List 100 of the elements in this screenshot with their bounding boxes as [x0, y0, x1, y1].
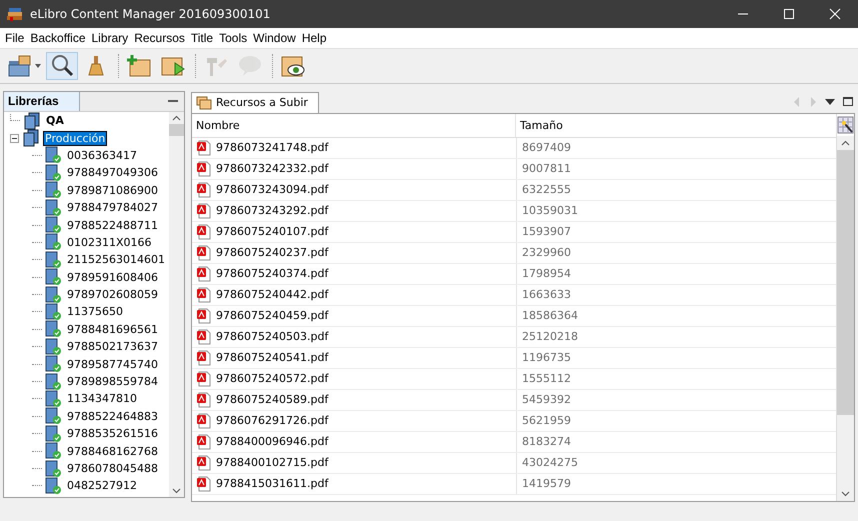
search-icon: [49, 53, 75, 79]
file-size: 1798954: [522, 267, 571, 280]
file-size: 8697409: [522, 141, 571, 154]
pdf-file-icon: [197, 244, 211, 261]
file-size: 10359031: [522, 204, 578, 218]
book-check-icon: [44, 250, 62, 269]
file-name: 9786076291726.pdf: [216, 414, 328, 428]
tab[interactable]: Recursos a Subir: [191, 92, 319, 113]
book-check-icon: [44, 286, 62, 304]
file-name: 9786073243292.pdf: [216, 204, 328, 218]
books-icon: [6, 6, 24, 22]
pdf-file-icon: [197, 328, 211, 345]
book-check-icon: [44, 146, 62, 164]
menu-item[interactable]: Backoffice: [27, 31, 88, 45]
tree-item[interactable]: 11375650: [66, 305, 124, 318]
menu-item[interactable]: Help: [298, 31, 330, 45]
tree-item[interactable]: 9789591608406: [66, 270, 159, 284]
file-size: 6322555: [522, 183, 571, 196]
file-size: 8183274: [522, 435, 571, 448]
maximize-icon[interactable]: [843, 97, 853, 106]
file-name: 9786075240237.pdf: [216, 246, 328, 260]
scrollbar[interactable]: [837, 136, 854, 501]
book-check-icon: [44, 476, 62, 495]
book-check-icon: [44, 460, 62, 478]
tree-item[interactable]: 9788481696561: [66, 322, 159, 336]
book-check-icon: [44, 268, 62, 286]
window-title: eLibro Content Manager 201609300101: [30, 7, 270, 21]
tree-item[interactable]: QA: [45, 114, 65, 128]
dropdown-icon[interactable]: [825, 98, 835, 105]
menu-item[interactable]: Library: [88, 31, 132, 45]
file-size: 2329960: [522, 246, 571, 260]
book-check-icon: [44, 233, 62, 252]
menu-item[interactable]: Window: [250, 31, 299, 45]
book-check-icon: [44, 442, 62, 460]
column-chooser-icon[interactable]: [837, 114, 854, 136]
tree-item[interactable]: 9789702608059: [66, 288, 159, 302]
pdf-file-icon: [197, 454, 211, 471]
tree-item[interactable]: 9789871086900: [66, 184, 159, 197]
book-check-icon: [44, 164, 62, 182]
search-button[interactable]: [46, 52, 78, 80]
menu-item[interactable]: Recursos: [131, 31, 188, 45]
tree-item[interactable]: 0036363417: [66, 148, 138, 162]
tree-item[interactable]: 9786078045488: [66, 462, 159, 475]
file-name: 9786075240374.pdf: [216, 267, 328, 280]
book-check-icon: [44, 216, 62, 234]
book-check-icon: [44, 390, 62, 408]
file-size: 43024275: [522, 456, 578, 470]
file-size: 5459392: [522, 393, 571, 406]
scroll-thumb[interactable]: [169, 124, 184, 136]
library-icon: [23, 112, 41, 130]
tree-item[interactable]: 9789587745740: [66, 358, 159, 371]
caret-icon[interactable]: [35, 64, 41, 68]
tree-item[interactable]: Producción: [44, 132, 106, 145]
column-header[interactable]: Nombre: [192, 114, 516, 137]
file-size: 25120218: [522, 330, 578, 344]
file-name: 9786075240459.pdf: [216, 309, 328, 322]
file-name: 9786075240572.pdf: [216, 372, 328, 386]
book-check-icon: [44, 355, 62, 374]
menu-item[interactable]: Title: [188, 31, 216, 45]
folder-plus-icon: [126, 53, 152, 79]
minimize-icon[interactable]: [168, 100, 178, 103]
tree-item[interactable]: 9788497049306: [66, 166, 159, 180]
tree-item[interactable]: 9788522488711: [66, 218, 159, 232]
book-check-icon: [44, 181, 62, 200]
tree-item[interactable]: 21152563014601: [66, 253, 166, 266]
file-size: 1419579: [522, 477, 571, 490]
tree-item[interactable]: 1134347810: [66, 392, 138, 406]
tree-item[interactable]: 9788468162768: [66, 444, 159, 458]
pdf-file-icon: [197, 286, 211, 303]
book-check-icon: [44, 424, 62, 443]
tree-item[interactable]: 9788502173637: [66, 340, 159, 354]
file-name: 9786073243094.pdf: [216, 183, 328, 196]
tree-item[interactable]: 9789898559784: [66, 375, 159, 388]
book-check-icon: [44, 372, 62, 391]
pdf-file-icon: [197, 412, 211, 429]
collapse-icon[interactable]: [10, 134, 19, 143]
file-size: 1663633: [522, 288, 571, 302]
file-size: 5621959: [522, 414, 571, 428]
tree-item[interactable]: 9788522464883: [66, 410, 159, 423]
book-check-icon: [44, 320, 62, 338]
column-header[interactable]: Tamaño: [516, 114, 836, 137]
file-name: 9788415031611.pdf: [216, 477, 328, 490]
file-size: 9007811: [522, 162, 571, 176]
pdf-file-icon: [197, 266, 211, 282]
tree-item[interactable]: 9788535261516: [66, 427, 159, 440]
menu-item[interactable]: File: [2, 31, 28, 45]
panel-title[interactable]: Librerías: [4, 92, 80, 111]
pdf-file-icon: [197, 182, 211, 198]
pdf-file-icon: [197, 160, 211, 177]
file-name: 9788400096946.pdf: [216, 435, 328, 448]
file-name: 9788400102715.pdf: [216, 456, 328, 470]
scroll-thumb[interactable]: [837, 150, 854, 415]
scrollbar[interactable]: [169, 112, 184, 497]
book-check-icon: [44, 338, 62, 356]
tree-item[interactable]: 0102311X0166: [66, 236, 153, 249]
file-size: 1196735: [522, 351, 571, 364]
tree-item[interactable]: 0482527912: [66, 479, 138, 492]
pdf-file-icon: [197, 224, 211, 240]
menu-item[interactable]: Tools: [216, 31, 250, 45]
tree-item[interactable]: 9788479784027: [66, 201, 159, 214]
